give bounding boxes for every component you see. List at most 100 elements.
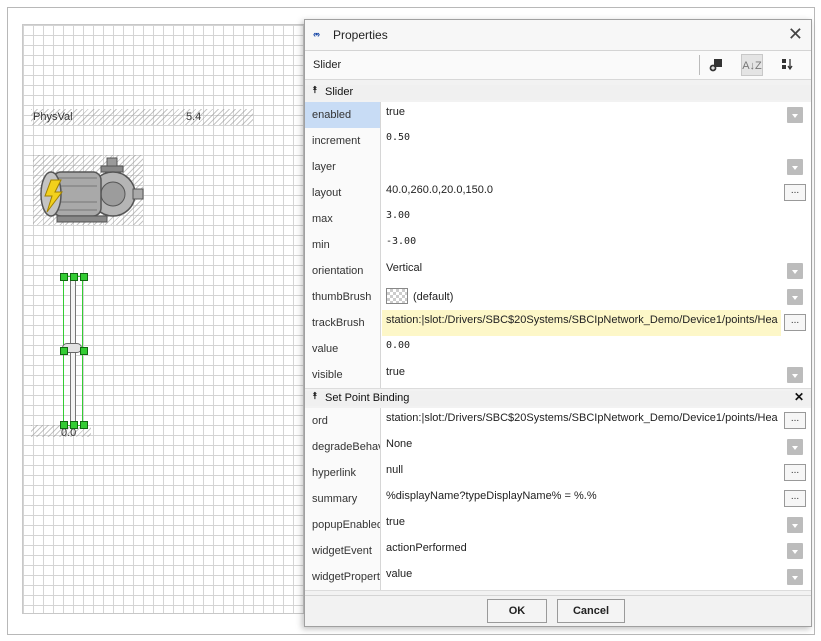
prop-row-visible[interactable]: visible true [305, 362, 811, 389]
edit-button[interactable]: ... [784, 184, 806, 201]
brush-swatch[interactable] [386, 288, 408, 304]
add-icon[interactable] [705, 54, 727, 76]
edit-button[interactable]: ... [784, 412, 806, 429]
prop-row-increment[interactable]: increment 0.50 [305, 128, 811, 155]
physval-label: PhysVal [33, 111, 73, 123]
prop-value[interactable] [382, 154, 811, 180]
prop-key: orientation [305, 258, 381, 284]
prop-row-max[interactable]: max 3.00 [305, 206, 811, 233]
prop-key: enabled [305, 102, 381, 128]
physval-value: 5.4 [186, 111, 202, 123]
prop-key: thumbBrush [305, 284, 381, 310]
cancel-button[interactable]: Cancel [557, 599, 625, 623]
prop-value[interactable]: 40.0,260.0,20.0,150.0 [382, 180, 781, 206]
prop-key: increment [305, 128, 381, 154]
prop-key: hyperlink [305, 460, 381, 486]
toolbar-divider [699, 55, 700, 75]
prop-value[interactable]: %displayName?typeDisplayName% = %.% [382, 486, 781, 512]
prop-value[interactable]: (default) [382, 284, 811, 310]
prop-row-orientation[interactable]: orientation Vertical [305, 258, 811, 285]
prop-row-ord[interactable]: ord station:|slot:/Drivers/SBC$20Systems… [305, 408, 811, 435]
prop-row-value[interactable]: value 0.00 [305, 336, 811, 363]
object-name: Slider [313, 59, 342, 71]
dropdown-arrow-icon[interactable] [787, 263, 803, 279]
resize-handle-s[interactable] [70, 421, 78, 429]
prop-value[interactable]: value [382, 564, 811, 590]
resize-handle-nw[interactable] [60, 273, 68, 281]
prop-row-enabled[interactable]: enabled true [305, 102, 811, 129]
prop-value-input[interactable]: 3.00 [382, 206, 811, 232]
edit-button[interactable]: ... [784, 464, 806, 481]
prop-row-trackbrush[interactable]: trackBrush station:|slot:/Drivers/SBC$20… [305, 310, 811, 337]
dropdown-arrow-icon[interactable] [787, 367, 803, 383]
prop-key: max [305, 206, 381, 232]
prop-value-input[interactable]: -3.00 [382, 232, 811, 258]
prop-value[interactable]: true [382, 102, 811, 128]
resize-handle-sw[interactable] [60, 421, 68, 429]
prop-key: layer [305, 154, 381, 180]
prop-value[interactable]: station:|slot:/Drivers/SBC$20Systems/SBC… [382, 408, 781, 434]
prop-row-layout[interactable]: layout 40.0,260.0,20.0,150.0 ... [305, 180, 811, 207]
prop-key: ord [305, 408, 381, 434]
prop-row-popupenabled[interactable]: popupEnabled true [305, 512, 811, 539]
prop-key: widgetEvent [305, 538, 381, 564]
edit-button[interactable]: ... [784, 490, 806, 507]
dropdown-arrow-icon[interactable] [787, 439, 803, 455]
collapse-icon[interactable]: ⯭ [312, 391, 318, 402]
dropdown-arrow-icon[interactable] [787, 517, 803, 533]
sort-icon[interactable] [776, 54, 798, 76]
prop-value-input[interactable]: 0.00 [382, 336, 811, 362]
prop-row-layer[interactable]: layer [305, 154, 811, 181]
dialog-titlebar[interactable]: ‹•› Properties ✕ [305, 20, 811, 51]
edit-button[interactable]: ... [784, 314, 806, 331]
properties-dialog: ‹•› Properties ✕ Slider A↓Z ⯭ Slider ena… [304, 19, 812, 627]
design-canvas[interactable]: PhysVal 5.4 0.0 [22, 24, 306, 614]
prop-row-widgetevent[interactable]: widgetEvent actionPerformed [305, 538, 811, 565]
resize-handle-ne[interactable] [80, 273, 88, 281]
prop-row-summary[interactable]: summary %displayName?typeDisplayName% = … [305, 486, 811, 513]
brush-value: (default) [413, 291, 454, 303]
dropdown-arrow-icon[interactable] [787, 569, 803, 585]
dropdown-arrow-icon[interactable] [787, 159, 803, 175]
object-bar: Slider A↓Z [305, 51, 811, 80]
prop-value[interactable]: actionPerformed [382, 538, 811, 564]
section-slider-header[interactable]: ⯭ Slider [305, 85, 811, 100]
dropdown-arrow-icon[interactable] [787, 289, 803, 305]
prop-key: visible [305, 362, 381, 388]
pump-icon[interactable] [37, 156, 145, 224]
section-binding-label: Set Point Binding [325, 392, 410, 404]
prop-value[interactable]: Vertical [382, 258, 811, 284]
prop-key: widgetProperty [305, 564, 381, 590]
dialog-button-bar: OK Cancel [305, 595, 811, 626]
dropdown-arrow-icon[interactable] [787, 543, 803, 559]
prop-row-min[interactable]: min -3.00 [305, 232, 811, 259]
prop-key: popupEnabled [305, 512, 381, 538]
remove-binding-icon[interactable]: ✕ [794, 390, 804, 404]
sort-az-icon[interactable]: A↓Z [741, 54, 763, 76]
prop-key: summary [305, 486, 381, 512]
prop-value[interactable]: null [382, 460, 781, 486]
prop-key: layout [305, 180, 381, 206]
properties-icon: ‹•› [313, 29, 320, 39]
dropdown-arrow-icon[interactable] [787, 107, 803, 123]
section-binding-header[interactable]: ⯭ Set Point Binding ✕ [305, 390, 811, 406]
collapse-icon[interactable]: ⯭ [312, 85, 318, 96]
prop-key: value [305, 336, 381, 362]
resize-handle-n[interactable] [70, 273, 78, 281]
resize-handle-w[interactable] [60, 347, 68, 355]
prop-row-hyperlink[interactable]: hyperlink null ... [305, 460, 811, 487]
prop-value-input[interactable]: 0.50 [382, 128, 811, 154]
resize-handle-e[interactable] [80, 347, 88, 355]
dialog-title: Properties [333, 28, 388, 42]
prop-value[interactable]: station:|slot:/Drivers/SBC$20Systems/SBC… [382, 310, 781, 336]
prop-key: trackBrush [305, 310, 381, 336]
ok-button[interactable]: OK [487, 599, 547, 623]
resize-handle-se[interactable] [80, 421, 88, 429]
prop-row-degradebehavior[interactable]: degradeBehavior None [305, 434, 811, 461]
prop-value[interactable]: true [382, 362, 811, 388]
close-icon[interactable]: ✕ [788, 24, 803, 45]
prop-value[interactable]: None [382, 434, 811, 460]
prop-value[interactable]: true [382, 512, 811, 538]
prop-row-widgetproperty[interactable]: widgetProperty value [305, 564, 811, 591]
prop-row-thumbbrush[interactable]: thumbBrush (default) [305, 284, 811, 311]
